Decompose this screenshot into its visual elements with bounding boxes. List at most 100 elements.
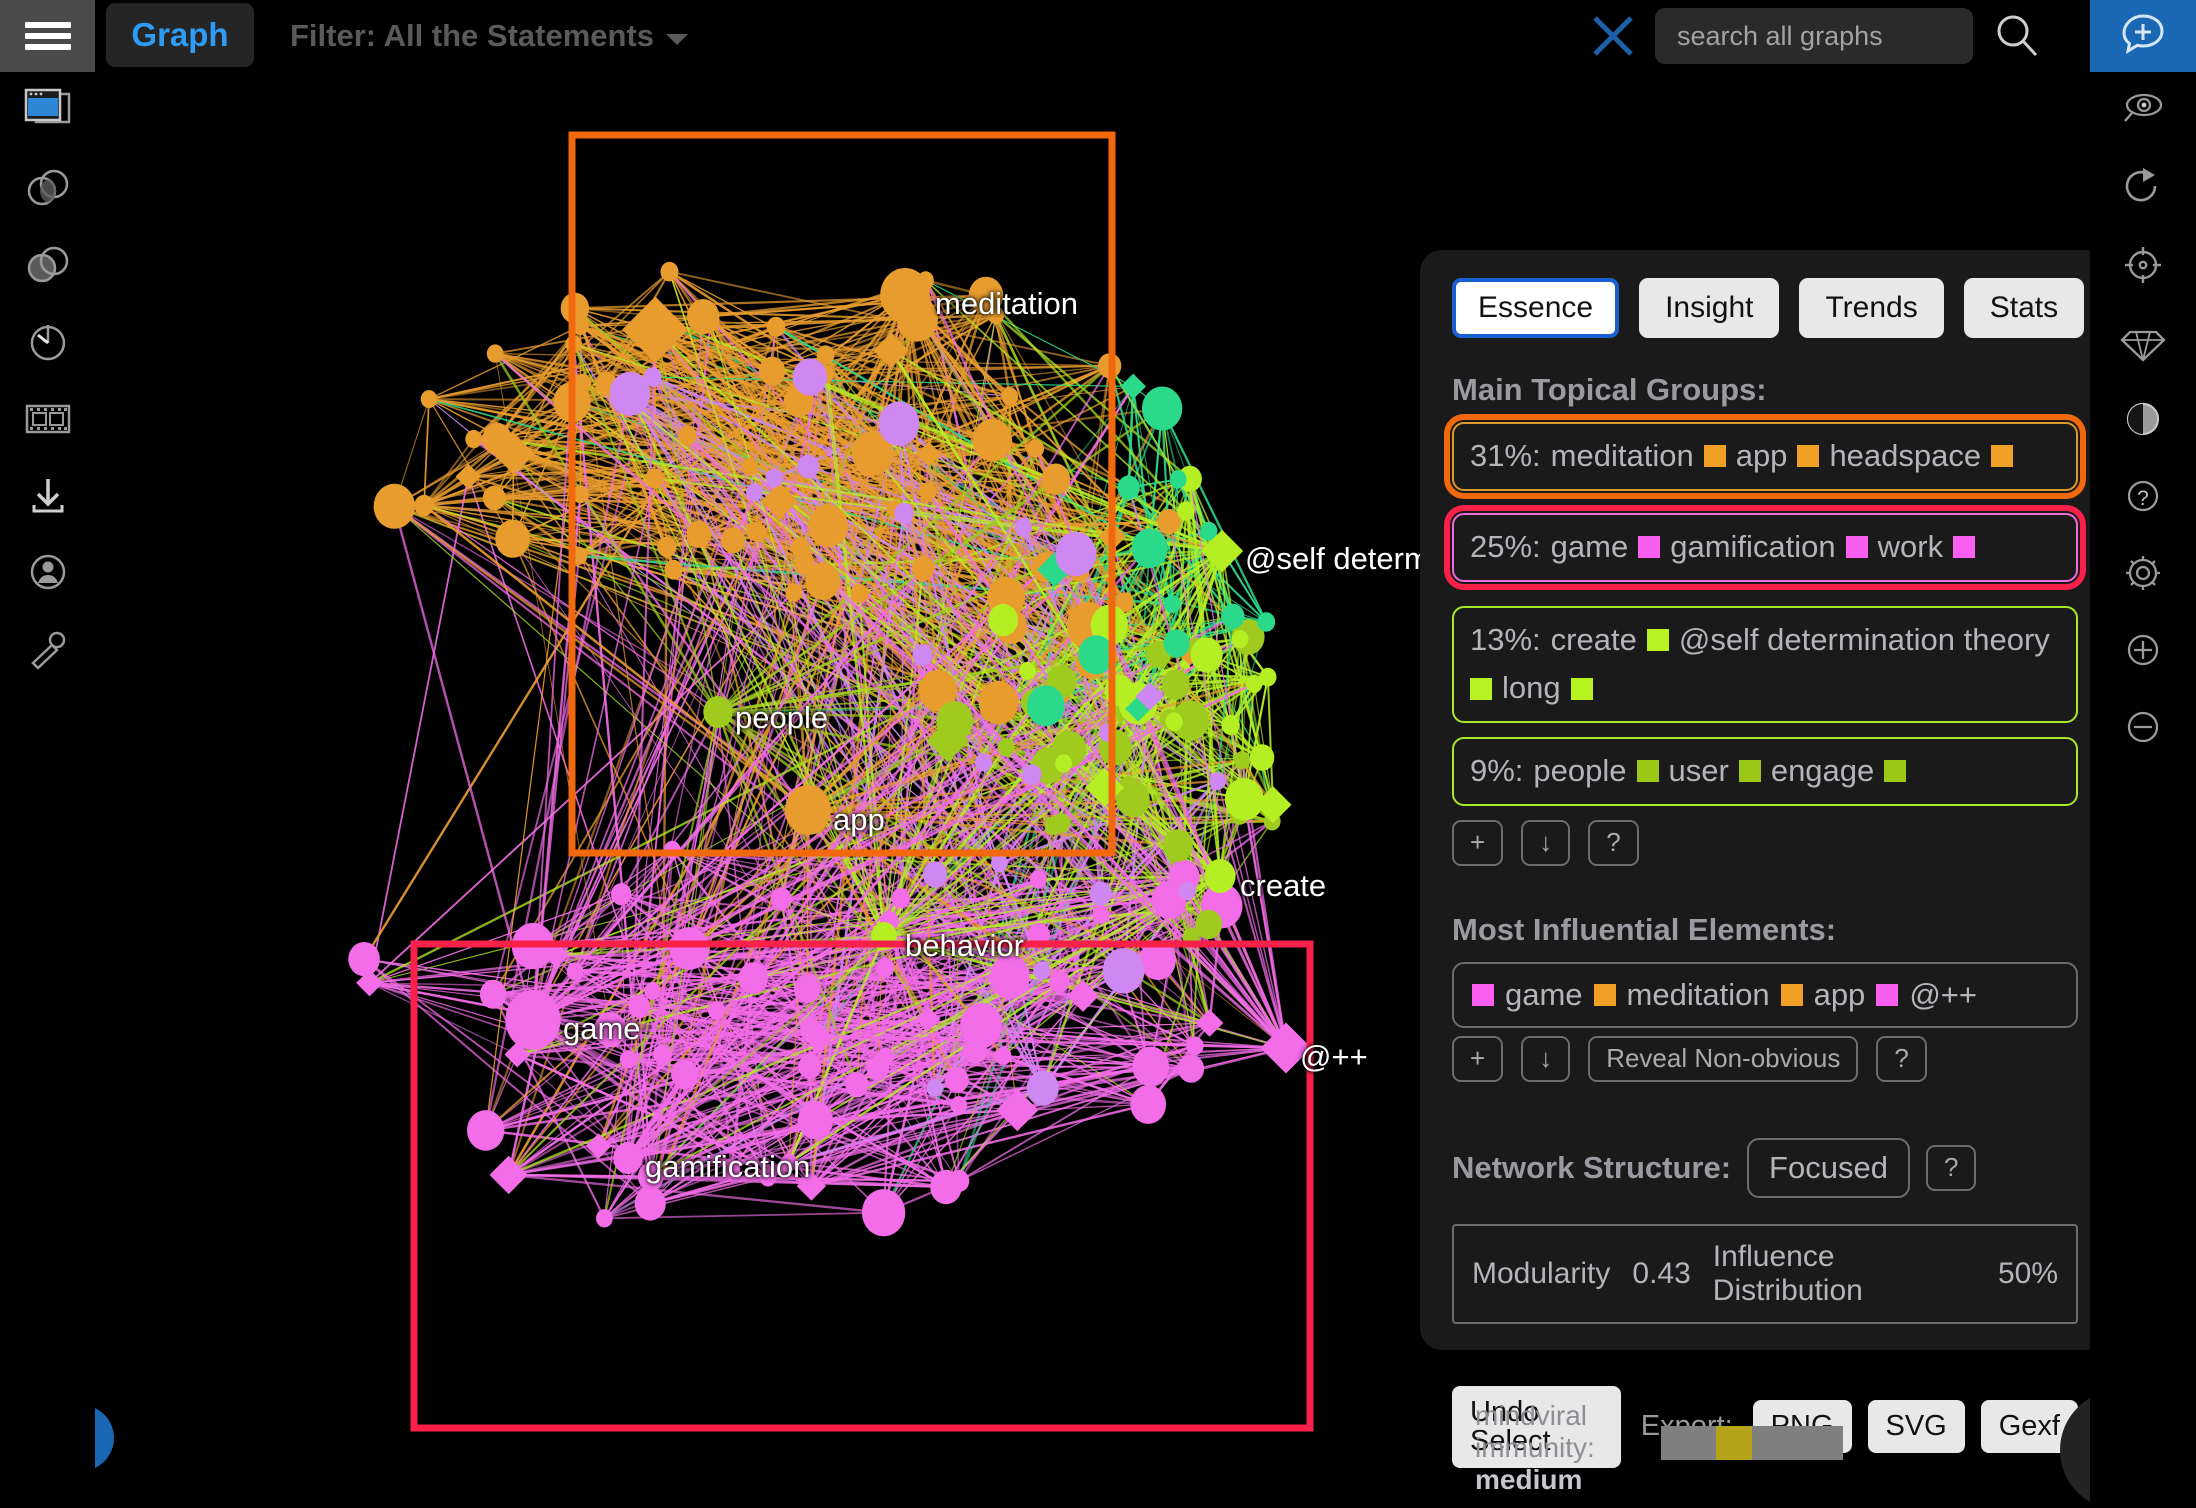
topical-group-row[interactable]: 9%: people user engage <box>1452 737 2078 806</box>
graph-node[interactable] <box>1204 859 1236 893</box>
search-input[interactable] <box>1655 8 1973 64</box>
graph-node[interactable] <box>657 536 677 558</box>
graph-node[interactable] <box>1055 531 1097 577</box>
graph-node[interactable] <box>613 1142 643 1174</box>
network-structure-value[interactable]: Focused <box>1747 1137 1910 1198</box>
graph-node[interactable] <box>765 468 783 488</box>
download-icon[interactable] <box>0 457 95 534</box>
graph-node[interactable] <box>794 553 814 576</box>
graph-node[interactable] <box>877 1047 894 1066</box>
graph-node[interactable] <box>644 982 661 1000</box>
graph-node[interactable] <box>785 583 803 602</box>
network-structure-help-button[interactable]: ? <box>1925 1144 1977 1191</box>
topical-group-term[interactable]: headspace <box>1829 437 1981 476</box>
graph-node[interactable] <box>911 555 935 581</box>
graph-node[interactable] <box>1019 661 1036 680</box>
graph-node[interactable] <box>1131 528 1168 569</box>
graph-node[interactable] <box>994 1046 1012 1066</box>
graph-node[interactable] <box>479 979 507 1009</box>
graph-node[interactable] <box>746 483 763 502</box>
graph-node[interactable] <box>936 701 973 741</box>
graph-node[interactable] <box>1041 463 1071 495</box>
graph-node[interactable] <box>997 738 1015 757</box>
graph-node[interactable] <box>646 306 664 325</box>
graph-node[interactable] <box>611 883 632 906</box>
graph-node[interactable] <box>686 520 712 548</box>
graph-node[interactable] <box>1209 772 1226 790</box>
window-screen-icon[interactable] <box>0 72 95 149</box>
graph-node[interactable] <box>1186 1036 1204 1056</box>
graph-node[interactable] <box>894 503 914 524</box>
graph-node[interactable] <box>770 887 792 911</box>
graph-node[interactable] <box>348 942 380 977</box>
topical-group-term[interactable]: app <box>1736 437 1788 476</box>
graph-node[interactable] <box>988 603 1018 637</box>
graph-node[interactable] <box>1052 813 1071 833</box>
graph-node[interactable] <box>1221 603 1245 629</box>
graph-node[interactable] <box>798 1054 822 1079</box>
graph-node[interactable] <box>505 990 561 1050</box>
help-question-icon[interactable]: ? <box>2090 457 2196 534</box>
download-influential-button[interactable]: ↓ <box>1521 1035 1571 1082</box>
graph-node[interactable] <box>664 559 683 580</box>
graph-node[interactable] <box>1055 754 1072 773</box>
tab-stats[interactable]: Stats <box>1963 278 2085 338</box>
download-groups-button[interactable]: ↓ <box>1521 819 1571 866</box>
graph-node[interactable] <box>1165 712 1183 732</box>
filmstrip-icon[interactable] <box>0 380 95 457</box>
topical-group-term[interactable]: work <box>1878 528 1943 567</box>
graph-node[interactable] <box>1231 630 1249 649</box>
graph-node[interactable] <box>741 458 759 477</box>
graph-node[interactable] <box>785 785 831 835</box>
reveal-non-obvious-button[interactable]: Reveal Non-obvious <box>1588 1035 1859 1082</box>
redo-arrow-icon[interactable] <box>2090 149 2196 226</box>
graph-node[interactable] <box>1014 517 1032 537</box>
graph-node[interactable] <box>628 994 650 1018</box>
graph-node[interactable] <box>759 1168 777 1187</box>
graph-node[interactable] <box>1224 778 1264 821</box>
graph-node[interactable] <box>660 261 679 282</box>
most-influential-elements-row[interactable]: game meditation app @++ <box>1452 961 2078 1028</box>
graph-node[interactable] <box>991 854 1008 873</box>
graph-node[interactable] <box>1245 674 1263 693</box>
groups-help-button[interactable]: ? <box>1588 819 1639 866</box>
graph-node[interactable] <box>978 681 1019 725</box>
topical-group-term[interactable]: engage <box>1771 752 1874 791</box>
graph-node[interactable] <box>876 957 895 978</box>
graph-node[interactable] <box>950 1096 968 1115</box>
graph-node[interactable] <box>912 644 933 666</box>
influential-element-label[interactable]: game <box>1505 977 1583 1013</box>
graph-node[interactable] <box>926 1078 943 1097</box>
graph-node[interactable] <box>722 1159 741 1179</box>
graph-node[interactable] <box>861 1189 906 1237</box>
graph-node[interactable] <box>797 1101 834 1140</box>
gear-settings-icon[interactable] <box>2090 534 2196 611</box>
tab-trends[interactable]: Trends <box>1799 278 1944 338</box>
graph-node[interactable] <box>1221 715 1240 735</box>
graph-node[interactable] <box>687 299 720 335</box>
graph-node[interactable] <box>1157 508 1181 535</box>
graph-node[interactable] <box>1162 829 1193 862</box>
graph-node[interactable] <box>1130 1084 1167 1124</box>
influential-element-label[interactable]: app <box>1814 977 1866 1013</box>
eye-search-icon[interactable] <box>2090 72 2196 149</box>
graph-node[interactable] <box>1249 744 1275 771</box>
graph-node[interactable] <box>671 1059 699 1090</box>
topical-group-term[interactable]: meditation <box>1551 437 1694 476</box>
graph-node[interactable] <box>645 468 664 489</box>
graph-node[interactable] <box>420 390 438 409</box>
graph-node[interactable] <box>960 1003 1002 1049</box>
graph-node[interactable] <box>780 1153 798 1172</box>
graph-node[interactable] <box>637 1162 664 1191</box>
topical-group-term[interactable]: gamification <box>1670 528 1835 567</box>
graph-button[interactable]: Graph <box>106 3 254 67</box>
graph-node[interactable] <box>1178 882 1196 901</box>
graph-node[interactable] <box>1169 470 1187 489</box>
graph-node[interactable] <box>922 861 948 888</box>
close-icon[interactable] <box>1587 10 1639 62</box>
graph-node[interactable] <box>482 485 506 511</box>
graph-node[interactable] <box>766 316 786 337</box>
diamond-gem-icon[interactable] <box>2090 303 2196 380</box>
graph-node[interactable] <box>1026 1070 1059 1106</box>
graph-node[interactable] <box>1029 870 1047 889</box>
